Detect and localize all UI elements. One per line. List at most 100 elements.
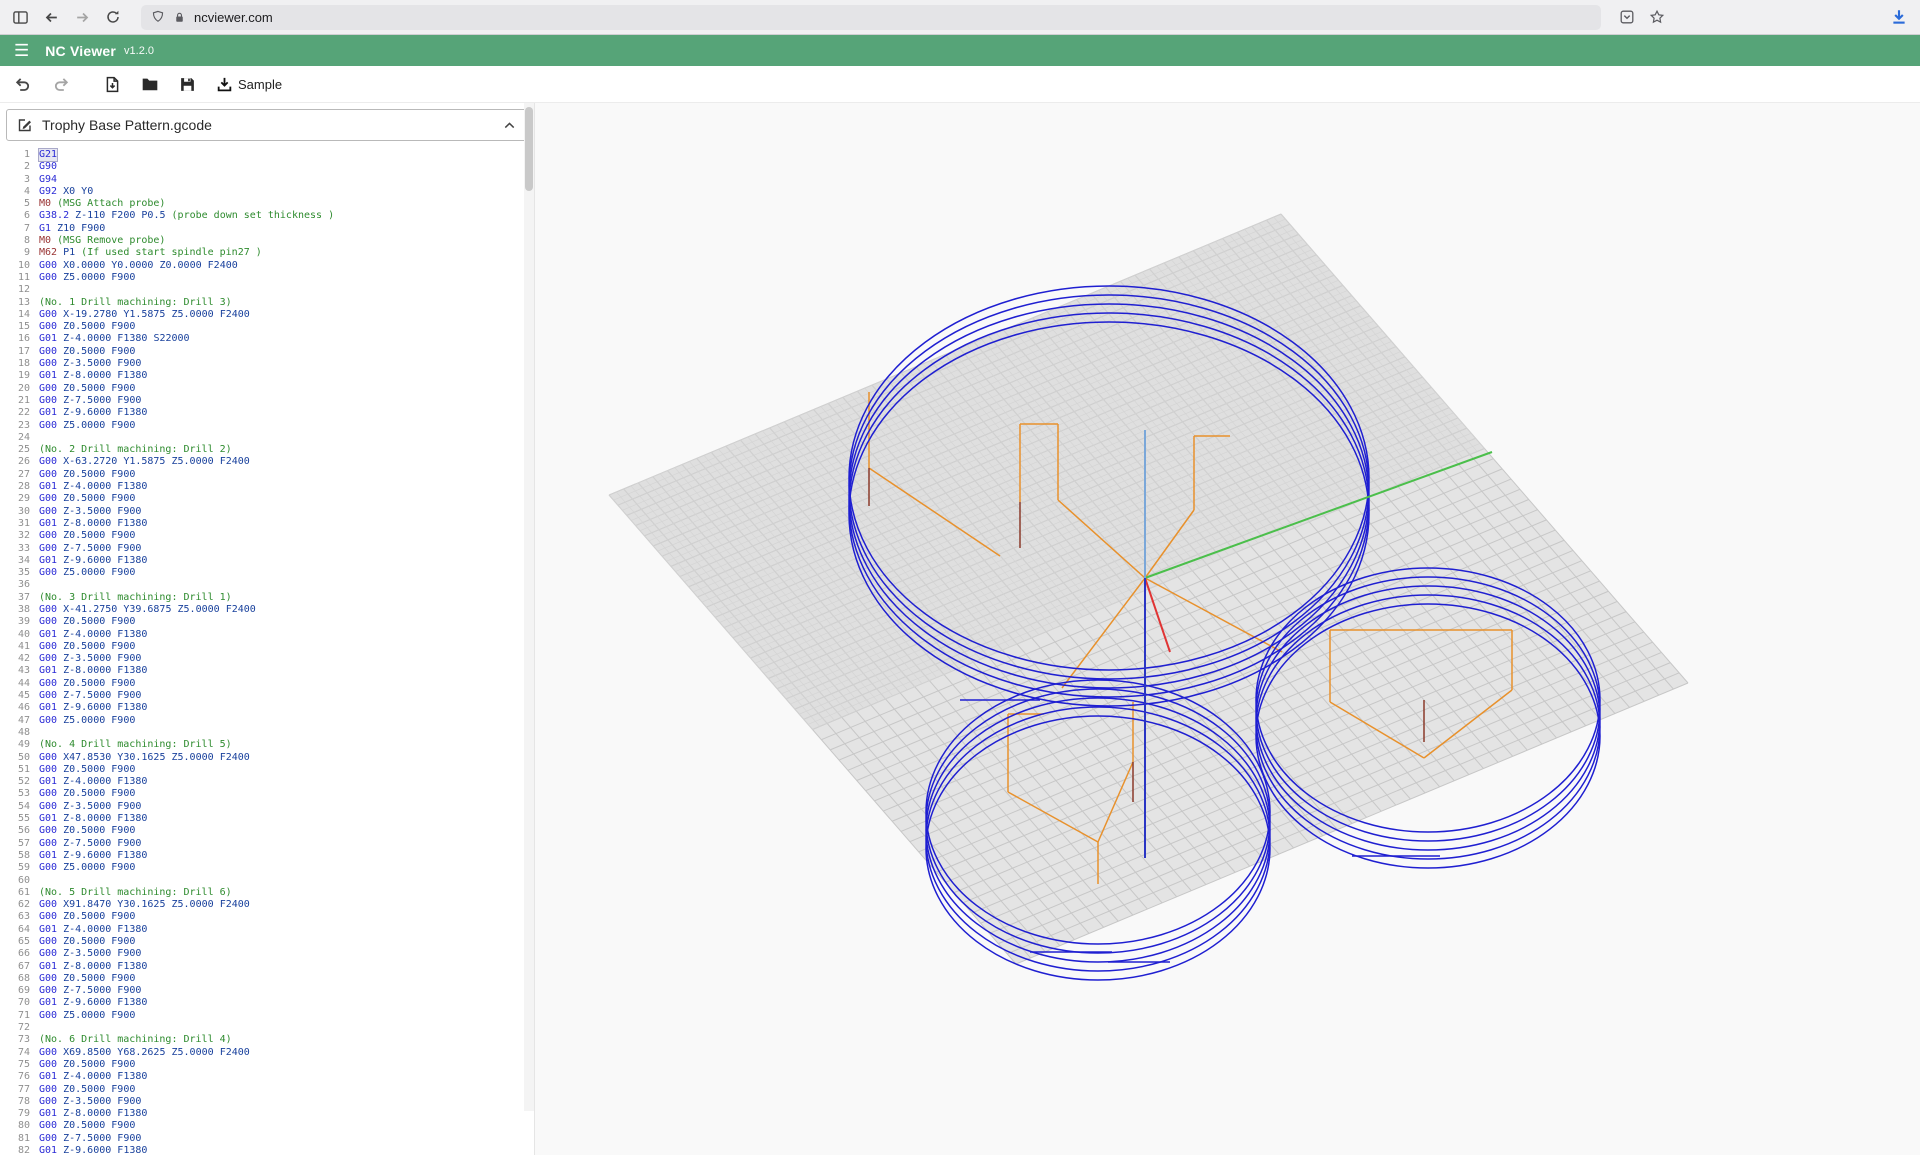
code-line[interactable]: 32G00 Z0.5000 F900: [0, 530, 534, 542]
code-line[interactable]: 56G00 Z0.5000 F900: [0, 825, 534, 837]
code-line[interactable]: 41G00 Z0.5000 F900: [0, 641, 534, 653]
code-line[interactable]: 29G00 Z0.5000 F900: [0, 493, 534, 505]
code-line[interactable]: 24: [0, 432, 534, 444]
code-line[interactable]: 38G00 X-41.2750 Y39.6875 Z5.0000 F2400: [0, 604, 534, 616]
code-line[interactable]: 34G01 Z-9.6000 F1380: [0, 555, 534, 567]
code-line[interactable]: 47G00 Z5.0000 F900: [0, 715, 534, 727]
star-icon[interactable]: [1649, 9, 1665, 25]
file-header[interactable]: Trophy Base Pattern.gcode: [6, 109, 528, 141]
code-line[interactable]: 36: [0, 579, 534, 591]
code-line[interactable]: 37(No. 3 Drill machining: Drill 1): [0, 592, 534, 604]
code-line[interactable]: 8M0 (MSG Remove probe): [0, 235, 534, 247]
code-line[interactable]: 20G00 Z0.5000 F900: [0, 383, 534, 395]
code-line[interactable]: 59G00 Z5.0000 F900: [0, 862, 534, 874]
code-line[interactable]: 42G00 Z-3.5000 F900: [0, 653, 534, 665]
code-line[interactable]: 33G00 Z-7.5000 F900: [0, 543, 534, 555]
code-line[interactable]: 68G00 Z0.5000 F900: [0, 973, 534, 985]
code-line[interactable]: 54G00 Z-3.5000 F900: [0, 801, 534, 813]
code-line[interactable]: 2G90: [0, 161, 534, 173]
code-line[interactable]: 1G21: [0, 149, 534, 161]
code-line[interactable]: 75G00 Z0.5000 F900: [0, 1059, 534, 1071]
code-line[interactable]: 62G00 X91.8470 Y30.1625 Z5.0000 F2400: [0, 899, 534, 911]
code-line[interactable]: 82G01 Z-9.6000 F1380: [0, 1145, 534, 1157]
code-line[interactable]: 66G00 Z-3.5000 F900: [0, 948, 534, 960]
menu-icon[interactable]: ☰: [14, 42, 29, 59]
shield-icon[interactable]: [151, 10, 165, 24]
code-line[interactable]: 15G00 Z0.5000 F900: [0, 321, 534, 333]
code-line[interactable]: 12: [0, 284, 534, 296]
code-line[interactable]: 58G01 Z-9.6000 F1380: [0, 850, 534, 862]
code-line[interactable]: 51G00 Z0.5000 F900: [0, 764, 534, 776]
code-line[interactable]: 18G00 Z-3.5000 F900: [0, 358, 534, 370]
save-file-icon[interactable]: [179, 76, 196, 93]
code-line[interactable]: 43G01 Z-8.0000 F1380: [0, 665, 534, 677]
code-line[interactable]: 74G00 X69.8500 Y68.2625 Z5.0000 F2400: [0, 1047, 534, 1059]
code-line[interactable]: 46G01 Z-9.6000 F1380: [0, 702, 534, 714]
code-line[interactable]: 25(No. 2 Drill machining: Drill 2): [0, 444, 534, 456]
code-line[interactable]: 44G00 Z0.5000 F900: [0, 678, 534, 690]
code-line[interactable]: 13(No. 1 Drill machining: Drill 3): [0, 297, 534, 309]
back-icon[interactable]: [43, 9, 60, 26]
code-line[interactable]: 23G00 Z5.0000 F900: [0, 420, 534, 432]
code-line[interactable]: 78G00 Z-3.5000 F900: [0, 1096, 534, 1108]
code-line[interactable]: 55G01 Z-8.0000 F1380: [0, 813, 534, 825]
code-area[interactable]: 1G212G903G944G92 X0 Y05M0 (MSG Attach pr…: [0, 147, 534, 1157]
save-page-icon[interactable]: [1619, 9, 1635, 25]
code-line[interactable]: 4G92 X0 Y0: [0, 186, 534, 198]
code-line[interactable]: 17G00 Z0.5000 F900: [0, 346, 534, 358]
code-line[interactable]: 27G00 Z0.5000 F900: [0, 469, 534, 481]
code-line[interactable]: 67G01 Z-8.0000 F1380: [0, 961, 534, 973]
code-line[interactable]: 81G00 Z-7.5000 F900: [0, 1133, 534, 1145]
code-line[interactable]: 76G01 Z-4.0000 F1380: [0, 1071, 534, 1083]
code-line[interactable]: 5M0 (MSG Attach probe): [0, 198, 534, 210]
code-line[interactable]: 53G00 Z0.5000 F900: [0, 788, 534, 800]
code-line[interactable]: 48: [0, 727, 534, 739]
code-line[interactable]: 7G1 Z10 F900: [0, 223, 534, 235]
code-line[interactable]: 40G01 Z-4.0000 F1380: [0, 629, 534, 641]
code-line[interactable]: 30G00 Z-3.5000 F900: [0, 506, 534, 518]
code-line[interactable]: 72: [0, 1022, 534, 1034]
sample-button[interactable]: Sample: [216, 76, 282, 93]
code-line[interactable]: 63G00 Z0.5000 F900: [0, 911, 534, 923]
code-line[interactable]: 64G01 Z-4.0000 F1380: [0, 924, 534, 936]
code-line[interactable]: 28G01 Z-4.0000 F1380: [0, 481, 534, 493]
new-file-icon[interactable]: [104, 76, 121, 93]
chevron-up-icon[interactable]: [502, 118, 517, 133]
code-line[interactable]: 19G01 Z-8.0000 F1380: [0, 370, 534, 382]
url-bar[interactable]: ncviewer.com: [141, 5, 1601, 30]
open-file-icon[interactable]: [141, 75, 159, 93]
code-line[interactable]: 60: [0, 875, 534, 887]
code-line[interactable]: 31G01 Z-8.0000 F1380: [0, 518, 534, 530]
code-line[interactable]: 16G01 Z-4.0000 F1380 S22000: [0, 333, 534, 345]
code-line[interactable]: 9M62 P1 (If used start spindle pin27 ): [0, 247, 534, 259]
code-line[interactable]: 6G38.2 Z-110 F200 P0.5 (probe down set t…: [0, 210, 534, 222]
redo-icon[interactable]: [52, 75, 70, 93]
code-line[interactable]: 39G00 Z0.5000 F900: [0, 616, 534, 628]
code-line[interactable]: 71G00 Z5.0000 F900: [0, 1010, 534, 1022]
editor-scrollbar[interactable]: [524, 103, 534, 1111]
code-line[interactable]: 69G00 Z-7.5000 F900: [0, 985, 534, 997]
downloads-icon[interactable]: [1890, 8, 1908, 26]
code-line[interactable]: 45G00 Z-7.5000 F900: [0, 690, 534, 702]
code-line[interactable]: 14G00 X-19.2780 Y1.5875 Z5.0000 F2400: [0, 309, 534, 321]
code-line[interactable]: 11G00 Z5.0000 F900: [0, 272, 534, 284]
code-line[interactable]: 80G00 Z0.5000 F900: [0, 1120, 534, 1132]
code-line[interactable]: 50G00 X47.8530 Y30.1625 Z5.0000 F2400: [0, 752, 534, 764]
scrollbar-thumb[interactable]: [525, 107, 533, 191]
lock-icon[interactable]: [173, 11, 186, 24]
code-line[interactable]: 77G00 Z0.5000 F900: [0, 1084, 534, 1096]
code-line[interactable]: 21G00 Z-7.5000 F900: [0, 395, 534, 407]
code-line[interactable]: 22G01 Z-9.6000 F1380: [0, 407, 534, 419]
forward-icon[interactable]: [74, 9, 91, 26]
code-line[interactable]: 57G00 Z-7.5000 F900: [0, 838, 534, 850]
code-line[interactable]: 61(No. 5 Drill machining: Drill 6): [0, 887, 534, 899]
code-line[interactable]: 65G00 Z0.5000 F900: [0, 936, 534, 948]
undo-icon[interactable]: [14, 75, 32, 93]
code-line[interactable]: 49(No. 4 Drill machining: Drill 5): [0, 739, 534, 751]
code-line[interactable]: 35G00 Z5.0000 F900: [0, 567, 534, 579]
code-line[interactable]: 73(No. 6 Drill machining: Drill 4): [0, 1034, 534, 1046]
code-line[interactable]: 3G94: [0, 174, 534, 186]
code-line[interactable]: 52G01 Z-4.0000 F1380: [0, 776, 534, 788]
sidebar-toggle-icon[interactable]: [12, 9, 29, 26]
code-line[interactable]: 26G00 X-63.2720 Y1.5875 Z5.0000 F2400: [0, 456, 534, 468]
